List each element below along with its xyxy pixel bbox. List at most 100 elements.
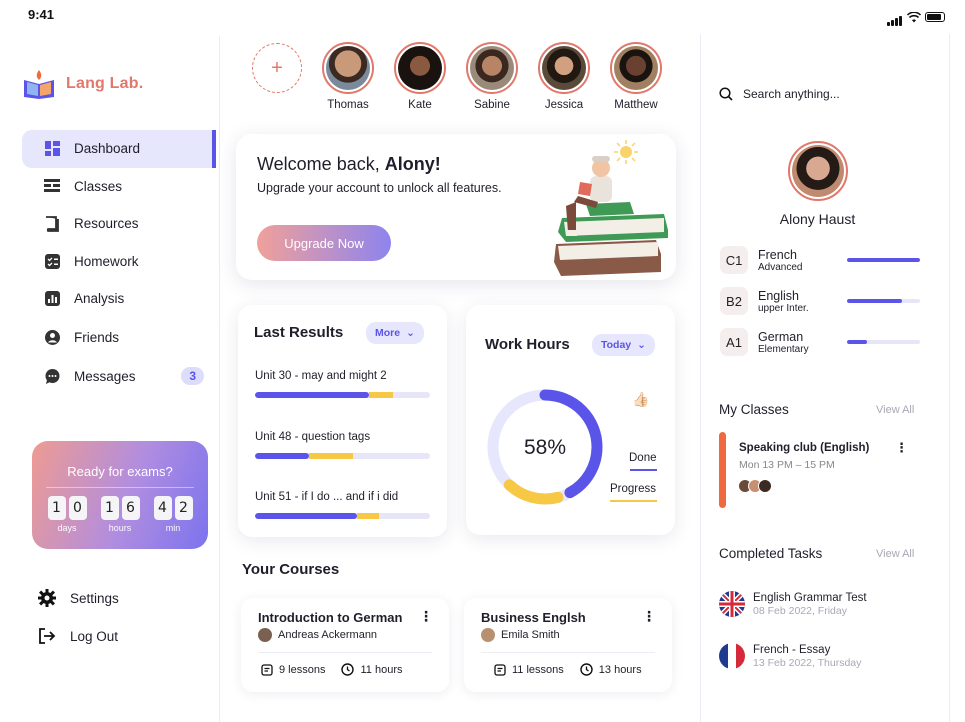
completed-task[interactable]: French - Essay 13 Feb 2022, Thursday xyxy=(719,643,861,669)
avatar xyxy=(470,46,514,90)
digit: 4 xyxy=(153,496,172,520)
sidebar-item-label: Classes xyxy=(74,178,123,194)
friend-name: Jessica xyxy=(544,99,584,111)
uk-flag-icon xyxy=(719,591,745,617)
task-title: French - Essay xyxy=(753,643,831,656)
hours-count: 11 hours xyxy=(360,663,403,676)
upgrade-now-button[interactable]: Upgrade Now xyxy=(257,225,391,261)
course-card[interactable]: Introduction to German ⋮ Andreas Ackerma… xyxy=(241,598,449,692)
class-item[interactable]: Speaking club (English) Mon 13 PM – 15 P… xyxy=(719,432,919,508)
chevron-down-icon: ⌄ xyxy=(406,327,415,339)
result-label: Unit 30 - may and might 2 xyxy=(255,370,387,382)
score-bar xyxy=(255,453,310,459)
profile-avatar[interactable] xyxy=(788,141,848,201)
more-dropdown[interactable]: More ⌄ xyxy=(366,322,424,344)
completed-task[interactable]: English Grammar Test 08 Feb 2022, Friday xyxy=(719,591,867,617)
sidebar-item-homework[interactable]: Homework xyxy=(22,243,216,281)
donut-percent: 58% xyxy=(524,436,566,459)
status-icons xyxy=(887,8,945,26)
result-row[interactable]: Unit 30 - may and might 2 xyxy=(255,370,430,398)
task-title: English Grammar Test xyxy=(753,591,867,604)
messages-badge: 3 xyxy=(181,367,204,386)
course-card[interactable]: Business Englsh ⋮ Emila Smith 11 lessons… xyxy=(464,598,672,692)
avatar xyxy=(542,46,586,90)
work-hours-card: Work Hours Today ⌄ 58% 👍🏻 Done Progress xyxy=(466,305,675,535)
result-label: Unit 48 - question tags xyxy=(255,431,371,443)
book-logo-icon xyxy=(24,70,54,99)
clock-icon xyxy=(341,663,355,676)
exam-countdown-card[interactable]: Ready for exams? 10 days 16 hours 42 min xyxy=(32,441,208,549)
search-bar[interactable]: Search anything... xyxy=(719,87,840,101)
hours-count: 13 hours xyxy=(598,663,642,676)
last-results-title: Last Results xyxy=(254,324,344,341)
language-row[interactable]: A1 German Elementary xyxy=(720,328,920,356)
course-meta: 11 lessons 13 hours xyxy=(494,663,642,676)
friend-sabine[interactable]: Sabine xyxy=(462,42,522,111)
partial-bar xyxy=(309,453,353,459)
language-row[interactable]: C1 French Advanced xyxy=(720,246,920,274)
friend-name: Sabine xyxy=(474,99,510,111)
course-title: Introduction to German xyxy=(258,610,403,625)
countdown-label: min xyxy=(165,523,181,533)
countdown-days: 10 days xyxy=(47,496,87,533)
friend-thomas[interactable]: Thomas xyxy=(318,42,378,111)
language-progress xyxy=(847,258,920,262)
sidebar-item-dashboard[interactable]: Dashboard xyxy=(22,130,216,168)
friend-name: Matthew xyxy=(614,99,658,111)
friend-matthew[interactable]: Matthew xyxy=(606,42,666,111)
sidebar-item-messages[interactable]: Messages 3 xyxy=(22,358,216,396)
document-icon xyxy=(494,663,506,676)
settings-button[interactable]: Settings xyxy=(38,589,119,607)
countdown-hours: 16 hours xyxy=(100,496,140,533)
avatar xyxy=(792,145,844,197)
kebab-menu-icon[interactable]: ⋮ xyxy=(419,608,433,625)
countdown-label: hours xyxy=(108,523,132,533)
kebab-menu-icon[interactable]: ⋮ xyxy=(895,440,908,456)
result-progress xyxy=(255,513,430,519)
legend-done: Done xyxy=(629,452,657,464)
welcome-greeting: Welcome back, xyxy=(257,154,385,174)
thumbs-up-icon: 👍🏻 xyxy=(632,391,650,407)
search-input[interactable]: Search anything... xyxy=(743,87,840,101)
today-dropdown[interactable]: Today ⌄ xyxy=(592,334,655,356)
course-author: Andreas Ackermann xyxy=(258,628,377,642)
friend-name: Thomas xyxy=(327,99,369,111)
sidebar-item-friends[interactable]: Friends xyxy=(22,318,216,358)
friend-kate[interactable]: Kate xyxy=(390,42,450,111)
countdown-minutes: 42 min xyxy=(153,496,193,533)
friend-jessica[interactable]: Jessica xyxy=(534,42,594,111)
brand-name: Lang Lab. xyxy=(66,75,144,92)
sidebar-item-label: Analysis xyxy=(74,291,125,307)
language-level: Advanced xyxy=(758,261,803,273)
language-row[interactable]: B2 English upper Inter. xyxy=(720,287,920,315)
language-progress-fill xyxy=(847,299,902,303)
sidebar-item-classes[interactable]: Classes xyxy=(22,168,216,206)
sidebar-item-analysis[interactable]: Analysis xyxy=(22,280,216,318)
dashboard-icon xyxy=(44,141,60,157)
avatar xyxy=(326,46,370,90)
completed-tasks-title: Completed Tasks xyxy=(719,546,823,561)
language-progress xyxy=(847,299,920,303)
result-row[interactable]: Unit 48 - question tags xyxy=(255,431,430,459)
logout-button[interactable]: Log Out xyxy=(38,627,118,645)
logout-label: Log Out xyxy=(70,628,119,644)
kebab-menu-icon[interactable]: ⋮ xyxy=(642,608,656,625)
score-bar xyxy=(255,513,357,519)
add-friend-button[interactable]: + xyxy=(252,43,302,93)
your-courses-title: Your Courses xyxy=(242,561,340,578)
my-classes-view-all-link[interactable]: View All xyxy=(876,404,914,416)
avatar xyxy=(758,479,772,493)
friend-name: Kate xyxy=(408,99,432,111)
result-progress xyxy=(255,392,430,398)
book-icon xyxy=(44,215,60,232)
classes-icon xyxy=(44,178,60,194)
result-row[interactable]: Unit 51 - if I do ... and if i did xyxy=(255,491,430,519)
sidebar-item-resources[interactable]: Resources xyxy=(22,205,216,243)
france-flag-icon xyxy=(719,643,745,669)
sidebar-nav: Dashboard Classes Resources Homework Ana… xyxy=(22,130,216,395)
welcome-user: Alony! xyxy=(384,154,441,174)
completed-tasks-view-all-link[interactable]: View All xyxy=(876,548,914,560)
right-panel xyxy=(700,34,950,722)
brand-logo[interactable]: Lang Lab. xyxy=(22,68,143,100)
language-level-code: A1 xyxy=(720,328,748,356)
